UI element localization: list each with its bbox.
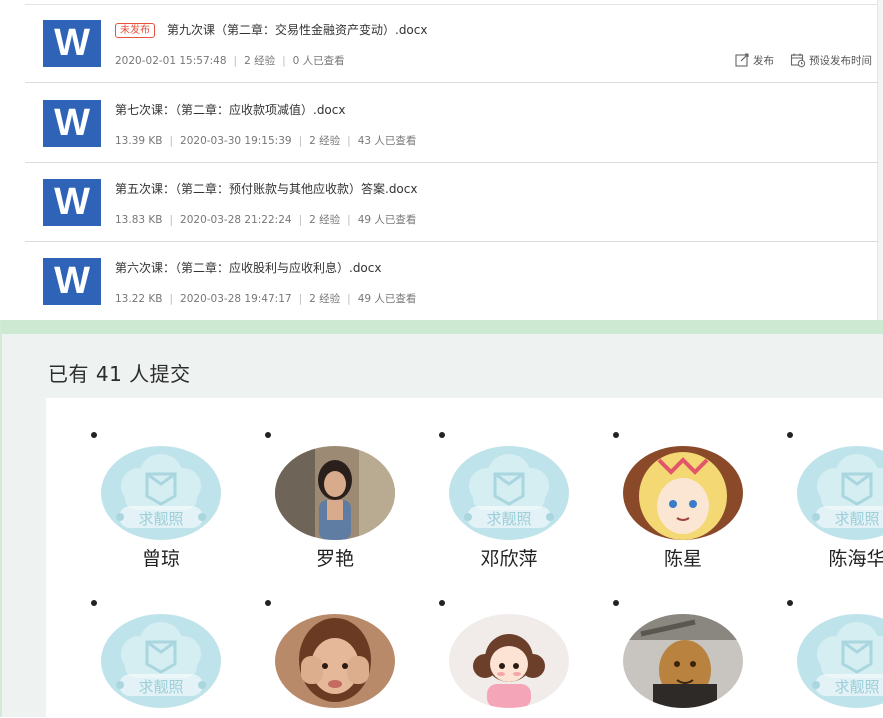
submitter-card[interactable] (265, 600, 435, 718)
avatar[interactable] (623, 614, 743, 708)
submitter-card[interactable]: 陈星 (613, 432, 783, 582)
list-bullet (91, 432, 97, 438)
submitter-name: 邓欣萍 (480, 548, 538, 570)
list-bullet (613, 432, 619, 438)
list-bullet (439, 432, 445, 438)
placeholder-avatar-icon: 求靓照 (797, 614, 883, 708)
placeholder-avatar-icon: 求靓照 (101, 614, 221, 708)
file-size: 13.83 KB (115, 214, 163, 226)
list-bullet (91, 600, 97, 606)
view-count: 49 人已查看 (357, 214, 417, 226)
placeholder-avatar[interactable]: 求靓照 (797, 446, 883, 540)
submitter-name: 陈星 (663, 548, 702, 570)
file-row[interactable]: W 第六次课：（第二章：应收股利与应收利息）.docx 13.22 KB | 202… (25, 242, 878, 320)
file-meta: 13.83 KB | 2020-03-28 21:22:24 | 2 经验 | 49 人已查… (115, 214, 417, 226)
file-meta: 2020-02-01 15:57:48 | 2 经验 | 0 人已查看 (115, 55, 345, 67)
submission-count-title: 已有 41 人提交 (48, 362, 191, 386)
placeholder-avatar-icon: 求靓照 (449, 446, 569, 540)
file-row[interactable]: W 第五次课：（第二章：预付账款与其他应收款）答案.docx 13.83 KB |… (25, 163, 878, 242)
view-count: 43 人已查看 (357, 135, 417, 147)
edit-icon (735, 53, 749, 67)
schedule-label: 预设发布时间 (809, 54, 872, 67)
file-name[interactable]: 第六次课：（第二章：应收股利与应收利息）.docx (115, 259, 381, 276)
upload-time: 2020-02-01 15:57:48 (115, 55, 227, 67)
placeholder-avatar[interactable]: 求靓照 (797, 614, 883, 708)
submitter-card[interactable] (439, 600, 609, 718)
file-name[interactable]: 第七次课：（第二章：应收款项减值）.docx (115, 101, 345, 118)
unpublished-badge: 未发布 (115, 23, 155, 38)
file-meta: 13.22 KB | 2020-03-28 19:47:17 | 2 经验 | 49 人已查… (115, 293, 417, 305)
avatar[interactable] (623, 446, 743, 540)
upload-time: 2020-03-28 19:47:17 (180, 293, 292, 305)
file-name[interactable]: 第九次课（第二章：交易性金融资产变动）.docx (167, 23, 427, 37)
submitter-card[interactable]: 求靓照 (91, 600, 261, 718)
file-row[interactable]: W 第七次课：（第二章：应收款项减值）.docx 13.39 KB | 2020-0… (25, 84, 878, 163)
view-count: 0 人已查看 (292, 55, 345, 67)
submitter-name: 罗艳 (315, 548, 354, 570)
upload-time: 2020-03-28 21:22:24 (180, 214, 292, 226)
file-meta: 13.39 KB | 2020-03-30 19:15:39 | 2 经验 | 43 人已查… (115, 135, 417, 147)
list-bullet (787, 600, 793, 606)
list-bullet (265, 432, 271, 438)
svg-text:求靓照: 求靓照 (138, 510, 183, 528)
row-actions: 发布 预设发布时间 (734, 52, 872, 68)
submitter-card[interactable]: 求靓照 曾琼 (91, 432, 261, 582)
experience-points: 2 经验 (309, 293, 341, 305)
submissions-panel: 已有 41 人提交 求靓照 曾琼 罗艳 求靓照 邓欣萍 陈星 求靓照 陈海华 求… (0, 320, 883, 718)
svg-text:求靓照: 求靓照 (834, 510, 879, 528)
avatar[interactable] (275, 614, 395, 708)
word-icon: W (43, 258, 101, 305)
submitter-card[interactable]: 罗艳 (265, 432, 435, 582)
placeholder-avatar-icon: 求靓照 (797, 446, 883, 540)
placeholder-avatar[interactable]: 求靓照 (101, 446, 221, 540)
submitter-grid: 求靓照 曾琼 罗艳 求靓照 邓欣萍 陈星 求靓照 陈海华 求靓照 求靓照 (46, 398, 883, 718)
word-icon: W (43, 20, 101, 67)
file-row[interactable]: W 未发布 第九次课（第二章：交易性金融资产变动）.docx 2020-02-01… (25, 4, 878, 83)
experience-points: 2 经验 (309, 135, 341, 147)
file-title[interactable]: 未发布 第九次课（第二章：交易性金融资产变动）.docx (115, 21, 427, 38)
submitter-card[interactable] (613, 600, 783, 718)
submitter-card[interactable]: 求靓照 陈海华 (787, 432, 883, 582)
publish-label: 发布 (753, 54, 774, 67)
list-bullet (613, 600, 619, 606)
file-list: W 未发布 第九次课（第二章：交易性金融资产变动）.docx 2020-02-01… (0, 0, 883, 320)
submitter-card[interactable]: 求靓照 (787, 600, 883, 718)
svg-text:求靓照: 求靓照 (834, 678, 879, 696)
word-icon: W (43, 179, 101, 226)
submitter-name: 曾琼 (141, 548, 180, 570)
file-size: 13.39 KB (115, 135, 163, 147)
experience-points: 2 经验 (309, 214, 341, 226)
list-bullet (787, 432, 793, 438)
file-name[interactable]: 第五次课：（第二章：预付账款与其他应收款）答案.docx (115, 180, 417, 197)
avatar[interactable] (275, 446, 395, 540)
svg-text:求靓照: 求靓照 (138, 678, 183, 696)
submitter-name: 陈海华 (828, 548, 883, 570)
placeholder-avatar[interactable]: 求靓照 (449, 446, 569, 540)
file-size: 13.22 KB (115, 293, 163, 305)
placeholder-avatar-icon: 求靓照 (101, 446, 221, 540)
svg-text:求靓照: 求靓照 (486, 510, 531, 528)
list-bullet (439, 600, 445, 606)
publish-button[interactable]: 发布 (734, 52, 774, 68)
list-bullet (265, 600, 271, 606)
placeholder-avatar[interactable]: 求靓照 (101, 614, 221, 708)
view-count: 49 人已查看 (357, 293, 417, 305)
upload-time: 2020-03-30 19:15:39 (180, 135, 292, 147)
calendar-clock-icon (790, 53, 806, 68)
submitter-card[interactable]: 求靓照 邓欣萍 (439, 432, 609, 582)
word-icon: W (43, 100, 101, 147)
schedule-publish-button[interactable]: 预设发布时间 (790, 52, 872, 68)
avatar[interactable] (449, 614, 569, 708)
experience-points: 2 经验 (244, 55, 276, 67)
